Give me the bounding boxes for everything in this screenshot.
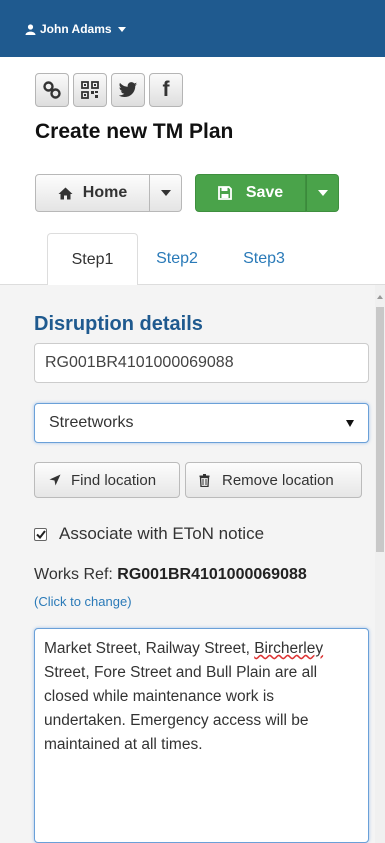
qr-code-icon: [81, 81, 99, 99]
twitter-icon: [118, 81, 138, 97]
user-menu[interactable]: John Adams: [25, 22, 126, 36]
works-ref-label: Works Ref:: [34, 566, 113, 583]
top-navbar: John Adams: [0, 0, 385, 57]
tab-step2[interactable]: Step2: [140, 233, 214, 285]
save-button-group: Save: [195, 174, 339, 212]
description-text-start: Market Street, Railway Street,: [44, 640, 255, 657]
home-button[interactable]: Home: [35, 174, 150, 212]
disruption-type-select[interactable]: Streetworks: [34, 403, 369, 443]
save-dropdown-toggle[interactable]: [306, 174, 339, 212]
section-title: Disruption details: [34, 313, 203, 335]
chevron-down-icon: [346, 419, 354, 427]
scrollbar[interactable]: [375, 285, 385, 843]
save-button[interactable]: Save: [195, 174, 306, 212]
associate-eton-row: Associate with EToN notice: [34, 524, 264, 544]
user-icon: [25, 23, 36, 35]
save-button-label: Save: [245, 184, 284, 201]
share-buttons: f: [35, 73, 183, 107]
facebook-icon: f: [162, 78, 170, 101]
qr-code-button[interactable]: [73, 73, 107, 107]
scroll-up-arrow-icon[interactable]: [377, 295, 383, 299]
select-value: Streetworks: [49, 414, 134, 431]
description-textarea[interactable]: Market Street, Railway Street, Bircherle…: [34, 628, 369, 843]
location-arrow-icon: [49, 474, 61, 486]
tab-step3[interactable]: Step3: [226, 233, 302, 285]
home-dropdown-toggle[interactable]: [150, 174, 182, 212]
description-text-end: Street, Fore Street and Bull Plain are a…: [44, 664, 318, 753]
works-ref: Works Ref: RG001BR4101000069088: [34, 566, 307, 584]
home-icon: [58, 187, 73, 199]
tab-step1[interactable]: Step1: [47, 233, 138, 286]
facebook-button[interactable]: f: [149, 73, 183, 107]
remove-location-label: Remove location: [222, 471, 334, 489]
find-location-label: Find location: [71, 471, 157, 489]
change-works-ref-link[interactable]: (Click to change): [34, 594, 132, 609]
description-misspelled-word: Bircherley: [254, 640, 324, 657]
floppy-disk-icon: [217, 186, 232, 200]
associate-eton-label: Associate with EToN notice: [59, 524, 265, 543]
scrollbar-thumb[interactable]: [376, 307, 384, 552]
link-button[interactable]: [35, 73, 69, 107]
trash-icon: [199, 473, 210, 487]
remove-location-button[interactable]: Remove location: [185, 462, 362, 498]
step-tabs: Step1 Step2 Step3: [0, 233, 385, 286]
chevron-down-icon: [117, 26, 126, 32]
link-icon: [43, 81, 61, 99]
page-title: Create new TM Plan: [35, 120, 234, 143]
checkmark-icon: [35, 529, 46, 539]
chevron-down-icon: [317, 190, 328, 196]
twitter-button[interactable]: [111, 73, 145, 107]
find-location-button[interactable]: Find location: [34, 462, 180, 498]
user-name: John Adams: [40, 22, 112, 36]
reference-input[interactable]: RG001BR4101000069088: [34, 343, 369, 383]
works-ref-value: RG001BR4101000069088: [117, 566, 307, 583]
home-button-group: Home: [35, 174, 182, 212]
chevron-down-icon: [160, 190, 171, 196]
home-button-label: Home: [82, 184, 128, 201]
associate-eton-checkbox[interactable]: [34, 527, 47, 541]
